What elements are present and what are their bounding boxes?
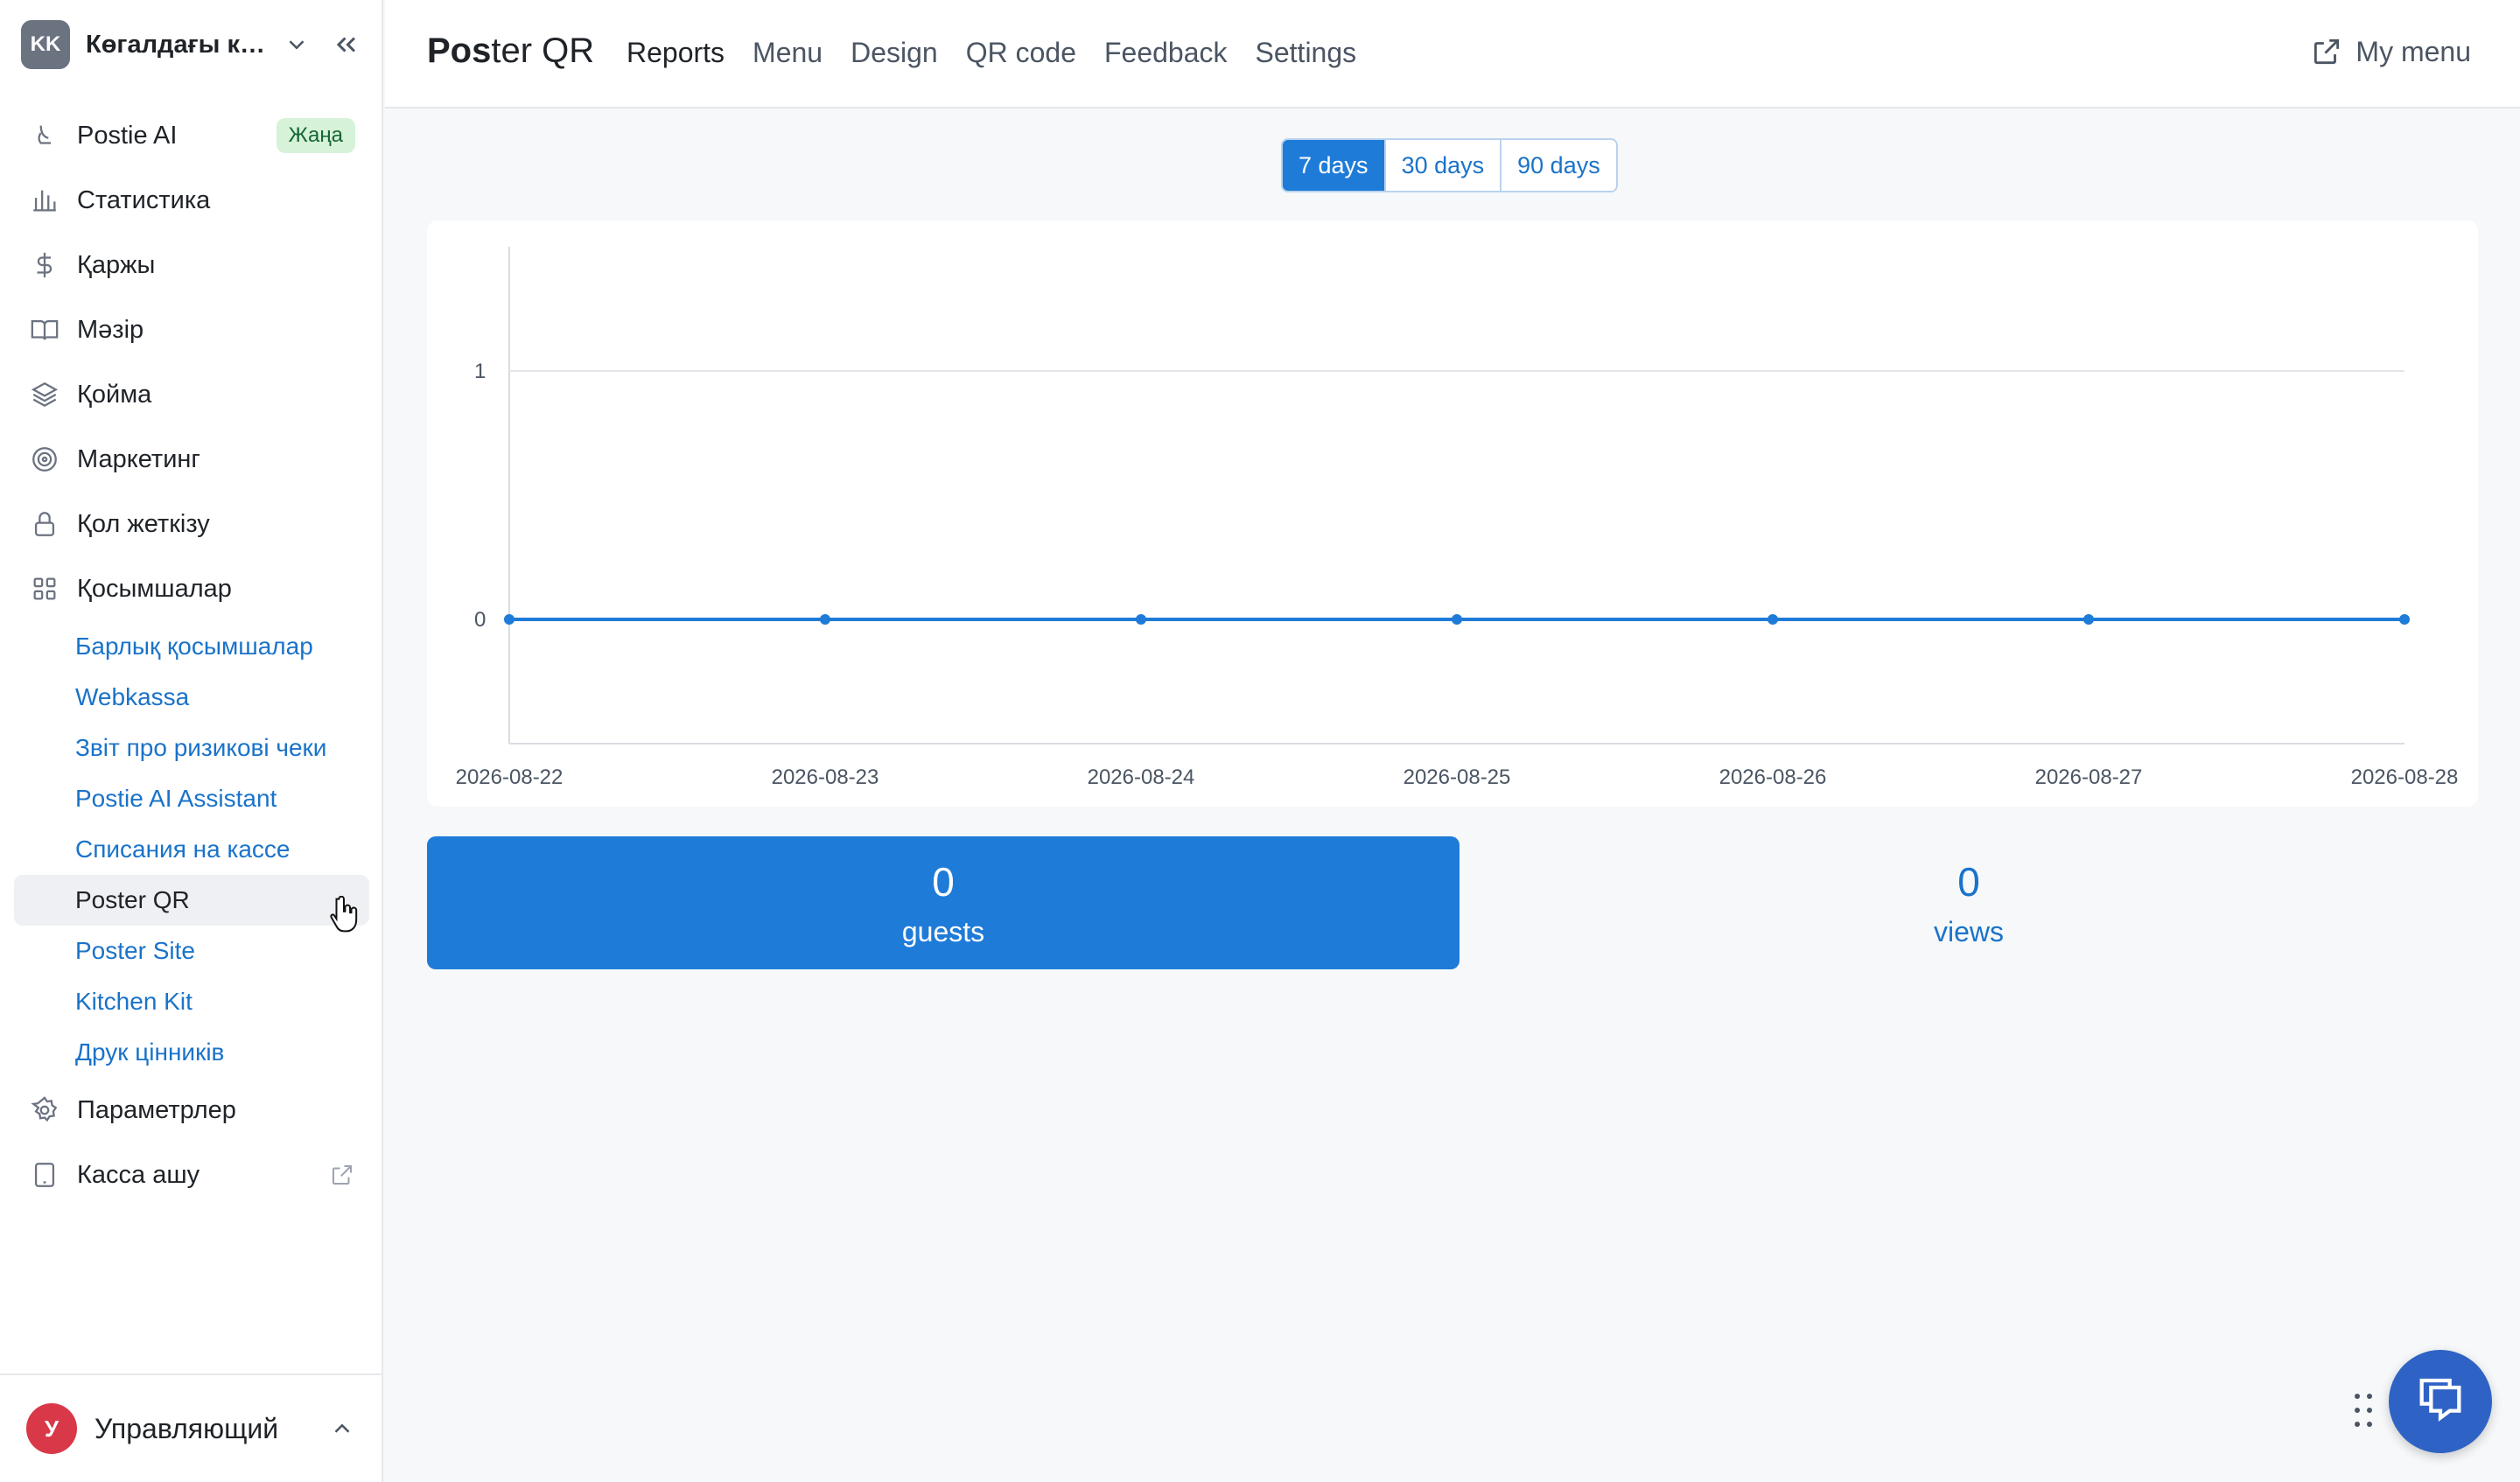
collapse-sidebar-icon[interactable]	[331, 29, 362, 60]
target-icon	[32, 447, 57, 472]
book-icon	[31, 319, 59, 340]
new-badge: Жаңа	[276, 118, 355, 153]
y-tick-label: 0	[474, 608, 486, 632]
sidebar-item-label: Қаржы	[77, 250, 156, 279]
drag-handle-icon[interactable]	[2350, 1391, 2376, 1430]
page-title: Poster QR	[427, 31, 595, 70]
stat-views[interactable]: 0 views	[1452, 836, 2485, 969]
sidebar-item-label: Маркетинг	[77, 444, 200, 473]
chevron-down-icon[interactable]	[284, 31, 310, 58]
app-link-risk-report[interactable]: Звіт про ризикові чеки	[14, 723, 369, 773]
line-chart: 1 0 2026-08-22 2026-08-23 2026-08-24 2026-08-…	[456, 247, 2459, 789]
postie-ai-icon	[38, 125, 52, 144]
avatar: У	[26, 1403, 77, 1454]
user-name: Управляющий	[94, 1412, 279, 1444]
period-30-days[interactable]: 30 days	[1383, 140, 1501, 191]
tab-menu[interactable]: Menu	[752, 37, 822, 69]
layers-icon	[31, 381, 59, 408]
guests-count: 0	[932, 858, 955, 905]
data-point	[820, 614, 830, 625]
data-point	[1452, 614, 1462, 625]
app-link-poster-site[interactable]: Poster Site	[14, 926, 369, 976]
sidebar-item-menu[interactable]: Мәзір	[14, 302, 369, 358]
y-tick-label: 1	[474, 360, 486, 383]
tab-settings[interactable]: Settings	[1256, 37, 1357, 69]
tab-feedback[interactable]: Feedback	[1104, 37, 1228, 69]
period-90-days[interactable]: 90 days	[1500, 140, 1616, 191]
sidebar-item-label: Касса ашу	[77, 1160, 200, 1189]
app-link-price-tags[interactable]: Друк цінників	[14, 1027, 369, 1078]
app-link-webkassa[interactable]: Webkassa	[14, 672, 369, 723]
x-tick-label: 2026-08-28	[2351, 765, 2459, 789]
x-tick-label: 2026-08-23	[772, 765, 879, 789]
x-tick-label: 2026-08-22	[456, 765, 564, 789]
tab-reports[interactable]: Reports	[626, 37, 724, 69]
top-bar: Poster QR Reports Menu Design QR code Fe…	[385, 0, 2520, 108]
app-link-postie-ai-assistant[interactable]: Postie AI Assistant	[14, 773, 369, 824]
data-point	[1768, 614, 1778, 625]
tab-bar: Reports Menu Design QR code Feedback Set…	[626, 37, 1384, 69]
company-badge: KK	[21, 20, 70, 69]
user-menu[interactable]: У Управляющий	[0, 1374, 382, 1482]
sidebar-item-label: Қол жеткізу	[77, 509, 210, 538]
sidebar-item-label: Параметрлер	[77, 1095, 236, 1124]
sidebar-item-label: Қосымшалар	[77, 574, 232, 603]
sidebar-item-label: Қойма	[77, 380, 152, 409]
sidebar-item-statistics[interactable]: Статистика	[14, 172, 369, 228]
data-point	[2399, 614, 2410, 625]
external-link-icon	[2314, 38, 2340, 65]
x-tick-label: 2026-08-27	[2035, 765, 2143, 789]
chat-button[interactable]	[2389, 1350, 2492, 1453]
sidebar-item-storage[interactable]: Қойма	[14, 367, 369, 423]
tab-qr-code[interactable]: QR code	[966, 37, 1076, 69]
stat-guests[interactable]: 0 guests	[427, 836, 1460, 969]
app-link-all-apps[interactable]: Барлық қосымшалар	[14, 621, 369, 672]
my-menu-label: My menu	[2356, 35, 2471, 67]
data-point	[504, 614, 514, 625]
sidebar-item-access[interactable]: Қол жеткізу	[14, 496, 369, 552]
company-name: Көгалдағы ка...	[86, 30, 270, 59]
x-tick-label: 2026-08-24	[1088, 765, 1195, 789]
x-tick-label: 2026-08-26	[1719, 765, 1827, 789]
hand-cursor-icon	[330, 896, 358, 933]
period-7-days[interactable]: 7 days	[1283, 140, 1384, 191]
sidebar-item-open-register[interactable]: Касса ашу	[14, 1147, 369, 1203]
tablet-icon	[34, 1163, 55, 1187]
chart-card: 1 0 2026-08-22 2026-08-23 2026-08-24 2026-08-…	[427, 220, 2478, 807]
dollar-icon	[37, 252, 52, 278]
company-switcher[interactable]: KK Көгалдағы ка...	[21, 19, 362, 70]
sidebar-item-label: Статистика	[77, 185, 211, 214]
sidebar-item-label: Мәзір	[77, 315, 144, 344]
chart-icon	[33, 190, 56, 212]
sidebar-item-settings[interactable]: Параметрлер	[14, 1082, 369, 1138]
sidebar-item-postie-ai[interactable]: Postie AI Жаңа	[14, 108, 369, 164]
chat-icon	[2419, 1378, 2461, 1422]
external-link-icon	[332, 1165, 352, 1185]
data-point	[1136, 614, 1146, 625]
app-link-kitchen-kit[interactable]: Kitchen Kit	[14, 976, 369, 1027]
views-count: 0	[1957, 858, 1980, 905]
chevron-up-icon	[334, 1423, 350, 1433]
my-menu-link[interactable]: My menu	[2310, 35, 2471, 68]
data-point	[2083, 614, 2094, 625]
app-link-cash-writeoffs[interactable]: Списания на кассе	[14, 824, 369, 875]
sidebar: KK Көгалдағы ка... Postie AI Жаңа Статис…	[0, 0, 383, 1482]
apps-icon	[33, 577, 56, 600]
tab-design[interactable]: Design	[850, 37, 938, 69]
period-selector: 7 days 30 days 90 days	[1281, 138, 1618, 192]
lock-icon	[34, 512, 55, 536]
sidebar-item-label: Postie AI	[77, 121, 178, 150]
sidebar-item-marketing[interactable]: Маркетинг	[14, 431, 369, 487]
gear-icon	[31, 1096, 58, 1122]
x-tick-label: 2026-08-25	[1404, 765, 1511, 789]
guests-label: guests	[901, 915, 985, 947]
sidebar-item-apps[interactable]: Қосымшалар	[14, 561, 369, 617]
app-link-poster-qr[interactable]: Poster QR	[14, 875, 369, 926]
views-label: views	[1933, 915, 2004, 947]
sidebar-item-finance[interactable]: Қаржы	[14, 237, 369, 293]
